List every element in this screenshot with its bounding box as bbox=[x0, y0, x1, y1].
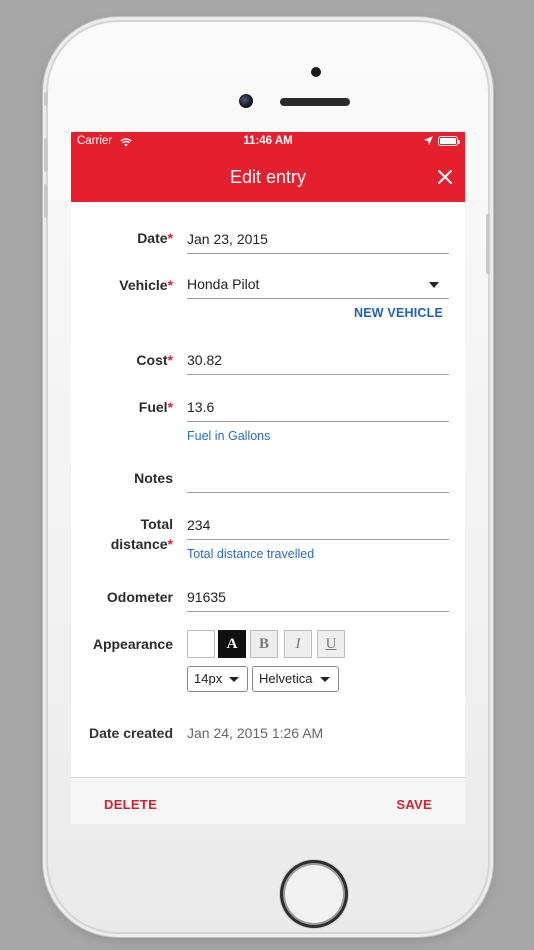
entry-form: Date* Jan 23, 2015 Vehicle* Honda Pilot … bbox=[71, 202, 465, 778]
vehicle-select[interactable]: Honda Pilot bbox=[187, 274, 449, 299]
earpiece-speaker bbox=[280, 98, 350, 106]
new-vehicle-button[interactable]: NEW VEHICLE bbox=[354, 306, 443, 320]
fuel-hint: Fuel in Gallons bbox=[187, 429, 271, 443]
delete-button[interactable]: DELETE bbox=[104, 797, 157, 812]
volume-up-button bbox=[44, 138, 48, 172]
power-button bbox=[486, 214, 490, 274]
appearance-label: Appearance bbox=[92, 636, 173, 652]
appearance-toolbar: A B I U bbox=[187, 630, 347, 658]
font-options: 14px Helvetica bbox=[187, 666, 347, 694]
chevron-down-icon bbox=[320, 677, 330, 682]
chevron-down-icon bbox=[429, 282, 439, 288]
fuel-label: Fuel* bbox=[138, 399, 173, 415]
italic-button[interactable]: I bbox=[284, 630, 312, 658]
clock: 11:46 AM bbox=[243, 135, 293, 147]
date-label: Date* bbox=[137, 230, 173, 246]
vehicle-label: Vehicle* bbox=[119, 277, 173, 293]
notes-field[interactable] bbox=[187, 468, 449, 493]
font-family-value: Helvetica bbox=[259, 671, 313, 686]
chevron-down-icon bbox=[229, 677, 239, 682]
background-color-swatch[interactable] bbox=[187, 630, 215, 658]
home-button[interactable] bbox=[280, 860, 348, 928]
save-button[interactable]: SAVE bbox=[396, 797, 432, 812]
app-screen: Carrier 11:46 AM Edit entry Date* Jan 23… bbox=[71, 132, 465, 824]
cost-label: Cost* bbox=[136, 352, 173, 368]
fuel-field[interactable]: 13.6 bbox=[187, 397, 449, 422]
notes-label: Notes bbox=[134, 470, 173, 486]
bottom-toolbar: DELETE SAVE bbox=[71, 777, 465, 824]
underline-button[interactable]: U bbox=[317, 630, 345, 658]
font-family-select[interactable]: Helvetica bbox=[252, 666, 339, 692]
odometer-label: Odometer bbox=[106, 589, 173, 605]
font-size-value: 14px bbox=[194, 671, 223, 686]
bold-button[interactable]: B bbox=[250, 630, 278, 658]
navigation-bar: Edit entry bbox=[71, 152, 465, 202]
text-color-button[interactable]: A bbox=[218, 630, 246, 658]
proximity-sensor bbox=[311, 67, 321, 77]
location-icon bbox=[424, 136, 433, 145]
cost-field[interactable]: 30.82 bbox=[187, 350, 449, 375]
volume-down-button bbox=[44, 184, 48, 218]
total-distance-field[interactable]: 234 bbox=[187, 515, 449, 540]
date-field[interactable]: Jan 23, 2015 bbox=[187, 229, 449, 254]
date-created-label: Date created bbox=[88, 725, 173, 741]
status-bar: Carrier 11:46 AM bbox=[71, 132, 465, 152]
vehicle-value: Honda Pilot bbox=[187, 276, 260, 292]
date-created-value: Jan 24, 2015 1:26 AM bbox=[187, 725, 324, 741]
front-camera bbox=[239, 94, 253, 108]
mute-switch bbox=[44, 92, 48, 106]
close-icon[interactable] bbox=[435, 167, 455, 187]
total-distance-hint: Total distance travelled bbox=[187, 547, 315, 561]
battery-icon bbox=[438, 136, 460, 146]
page-title: Edit entry bbox=[229, 167, 307, 187]
font-size-select[interactable]: 14px bbox=[187, 666, 248, 692]
odometer-field[interactable]: 91635 bbox=[187, 587, 449, 612]
total-distance-label: Total distance* bbox=[110, 516, 173, 552]
